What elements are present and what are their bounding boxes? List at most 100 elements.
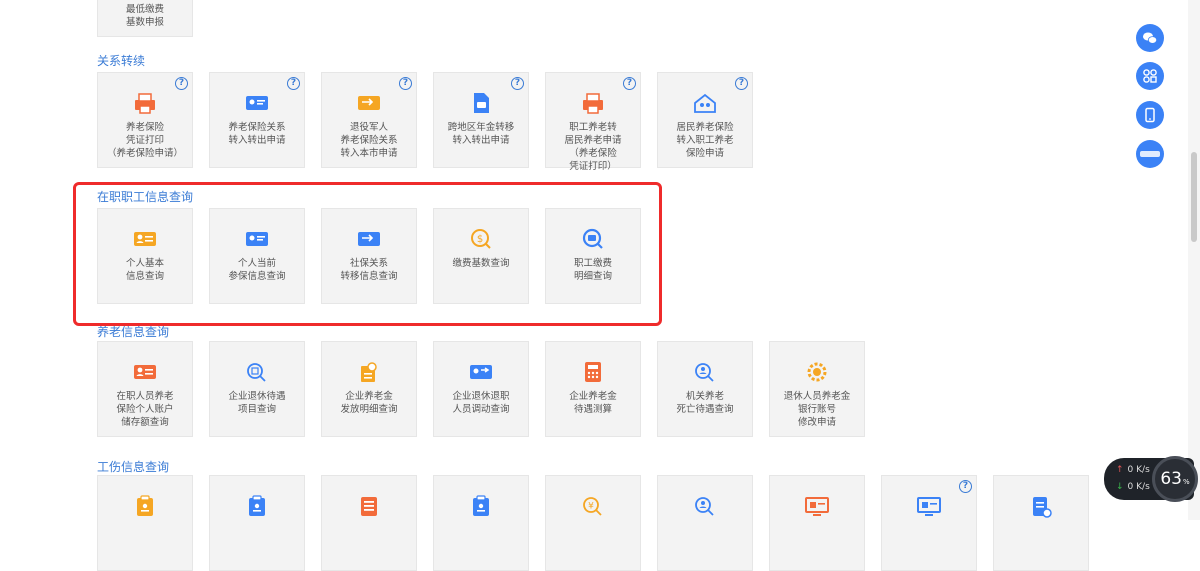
- search-person-icon: [692, 494, 718, 518]
- help-icon[interactable]: ?: [959, 480, 972, 493]
- magnifier-card-icon: [580, 227, 606, 251]
- percent-unit: %: [1182, 478, 1190, 486]
- service-tile[interactable]: [433, 475, 529, 571]
- app-grid-button[interactable]: [1136, 62, 1164, 90]
- tile-label: 企业养老金 发放明细查询: [340, 391, 398, 415]
- service-tile[interactable]: [993, 475, 1089, 571]
- service-tile[interactable]: 养老保险关系 转入转出申请?: [209, 72, 305, 168]
- help-icon[interactable]: ?: [735, 77, 748, 90]
- service-tile[interactable]: 企业养老金 待遇测算: [545, 341, 641, 437]
- service-tile-row: ¥?: [97, 475, 1089, 571]
- mobile-phone-button[interactable]: [1136, 101, 1164, 129]
- tile-label: 养老保险关系 转入转出申请: [228, 122, 286, 146]
- service-tile[interactable]: [209, 475, 305, 571]
- clipboard-person-icon: [244, 494, 270, 518]
- tile-label: 个人当前 参保信息查询: [228, 258, 286, 282]
- memory-usage-percent: 63: [1160, 469, 1182, 489]
- service-tile[interactable]: [657, 475, 753, 571]
- service-tile[interactable]: 企业退休退职 人员调动查询: [433, 341, 529, 437]
- tile-label: 个人基本 信息查询: [125, 258, 164, 282]
- wechat-button[interactable]: [1136, 24, 1164, 52]
- tile-label: 企业养老金 待遇测算: [569, 391, 617, 415]
- download-arrow-icon: ↓: [1116, 482, 1124, 492]
- person-card-icon: [132, 227, 158, 251]
- memory-usage-circle[interactable]: 63%: [1152, 456, 1198, 502]
- id-card-icon: [244, 91, 270, 115]
- section-title: 关系转续: [97, 54, 146, 68]
- section-title: 在职职工信息查询: [97, 190, 194, 204]
- service-tile[interactable]: 职工养老转 居民养老申请 （养老保险 凭证打印）?: [545, 72, 641, 172]
- svg-text:$: $: [477, 234, 483, 245]
- service-tile[interactable]: 养老保险 凭证打印 （养老保险申请）?: [97, 72, 193, 168]
- tile-label: 跨地区年金转移 转入转出申请: [447, 122, 515, 146]
- service-tile[interactable]: 企业退休待遇 项目查询: [209, 341, 305, 437]
- tile-label: 社保关系 转移信息查询: [340, 258, 398, 282]
- service-tile[interactable]: 个人基本 信息查询: [97, 208, 193, 304]
- search-doc-icon: [244, 360, 270, 384]
- section-title: 养老信息查询: [97, 325, 170, 339]
- service-tile[interactable]: [769, 475, 865, 571]
- coin-doc-icon: [356, 360, 382, 384]
- document-icon: [468, 91, 494, 115]
- service-tile[interactable]: [97, 475, 193, 571]
- help-icon[interactable]: ?: [623, 77, 636, 90]
- scrollbar-thumb[interactable]: [1191, 152, 1197, 242]
- tile-label: 居民养老保险 转入职工养老 保险申请: [676, 122, 734, 159]
- top-partial-tile[interactable]: 最低缴费 基数申报: [97, 0, 193, 37]
- service-hall-button[interactable]: [1136, 140, 1164, 168]
- printer-icon: [132, 91, 158, 115]
- service-tile[interactable]: 机关养老 死亡待遇查询: [657, 341, 753, 437]
- service-tile[interactable]: 企业养老金 发放明细查询: [321, 341, 417, 437]
- service-tile[interactable]: 社保关系 转移信息查询: [321, 208, 417, 304]
- upload-arrow-icon: ↑: [1116, 465, 1124, 475]
- app-grid-icon: [1142, 68, 1158, 84]
- tile-label: 退休人员养老金 银行账号 修改申请: [783, 391, 851, 428]
- service-tile-row: 个人基本 信息查询 个人当前 参保信息查询 社保关系 转移信息查询 $ 缴费基数查询 职工…: [97, 208, 641, 304]
- list-doc-icon: [356, 494, 382, 518]
- help-icon[interactable]: ?: [399, 77, 412, 90]
- service-tile[interactable]: $ 缴费基数查询: [433, 208, 529, 304]
- service-tile[interactable]: ?: [881, 475, 977, 571]
- help-icon[interactable]: ?: [511, 77, 524, 90]
- clipboard-person-icon: [468, 494, 494, 518]
- transfer-card-icon: [356, 91, 382, 115]
- person-card-icon: [132, 360, 158, 384]
- transfer-card-icon: [356, 227, 382, 251]
- help-icon[interactable]: ?: [175, 77, 188, 90]
- service-hall-icon: [1139, 148, 1161, 160]
- transfer-people-icon: [468, 360, 494, 384]
- scrollbar[interactable]: [1188, 0, 1200, 520]
- coin-search-icon: $: [468, 227, 494, 251]
- download-speed: 0 K/s: [1127, 482, 1150, 492]
- tile-label: 退役军人 养老保险关系 转入本市申请: [340, 122, 398, 159]
- id-card-icon: [244, 227, 270, 251]
- monitor-icon: [916, 494, 942, 518]
- clipboard-person-icon: [132, 494, 158, 518]
- tile-label: 在职人员养老 保险个人账户 储存额查询: [116, 391, 174, 428]
- section-title: 工伤信息查询: [97, 460, 170, 474]
- search-coin-icon: ¥: [580, 494, 606, 518]
- tile-label: 企业退休退职 人员调动查询: [452, 391, 510, 415]
- mobile-phone-icon: [1142, 107, 1158, 123]
- service-tile[interactable]: 跨地区年金转移 转入转出申请?: [433, 72, 529, 168]
- printer-icon: [580, 91, 606, 115]
- service-tile[interactable]: [321, 475, 417, 571]
- house-people-icon: [692, 91, 718, 115]
- tile-label: 最低缴费 基数申报: [125, 4, 164, 28]
- service-tile[interactable]: 退役军人 养老保险关系 转入本市申请?: [321, 72, 417, 168]
- service-tile[interactable]: 个人当前 参保信息查询: [209, 208, 305, 304]
- service-tile[interactable]: 职工缴费 明细查询: [545, 208, 641, 304]
- service-tile[interactable]: 在职人员养老 保险个人账户 储存额查询: [97, 341, 193, 437]
- search-person-icon: [692, 360, 718, 384]
- service-tile[interactable]: ¥: [545, 475, 641, 571]
- tile-label: 企业退休待遇 项目查询: [228, 391, 286, 415]
- doc-lock-icon: [1028, 494, 1054, 518]
- wechat-icon: [1142, 30, 1158, 46]
- tile-label: 缴费基数查询: [452, 258, 510, 269]
- help-icon[interactable]: ?: [287, 77, 300, 90]
- service-tile[interactable]: 退休人员养老金 银行账号 修改申请: [769, 341, 865, 437]
- calculator-icon: [580, 360, 606, 384]
- service-tile[interactable]: 居民养老保险 转入职工养老 保险申请?: [657, 72, 753, 168]
- upload-speed: 0 K/s: [1127, 465, 1150, 475]
- svg-text:¥: ¥: [588, 502, 594, 512]
